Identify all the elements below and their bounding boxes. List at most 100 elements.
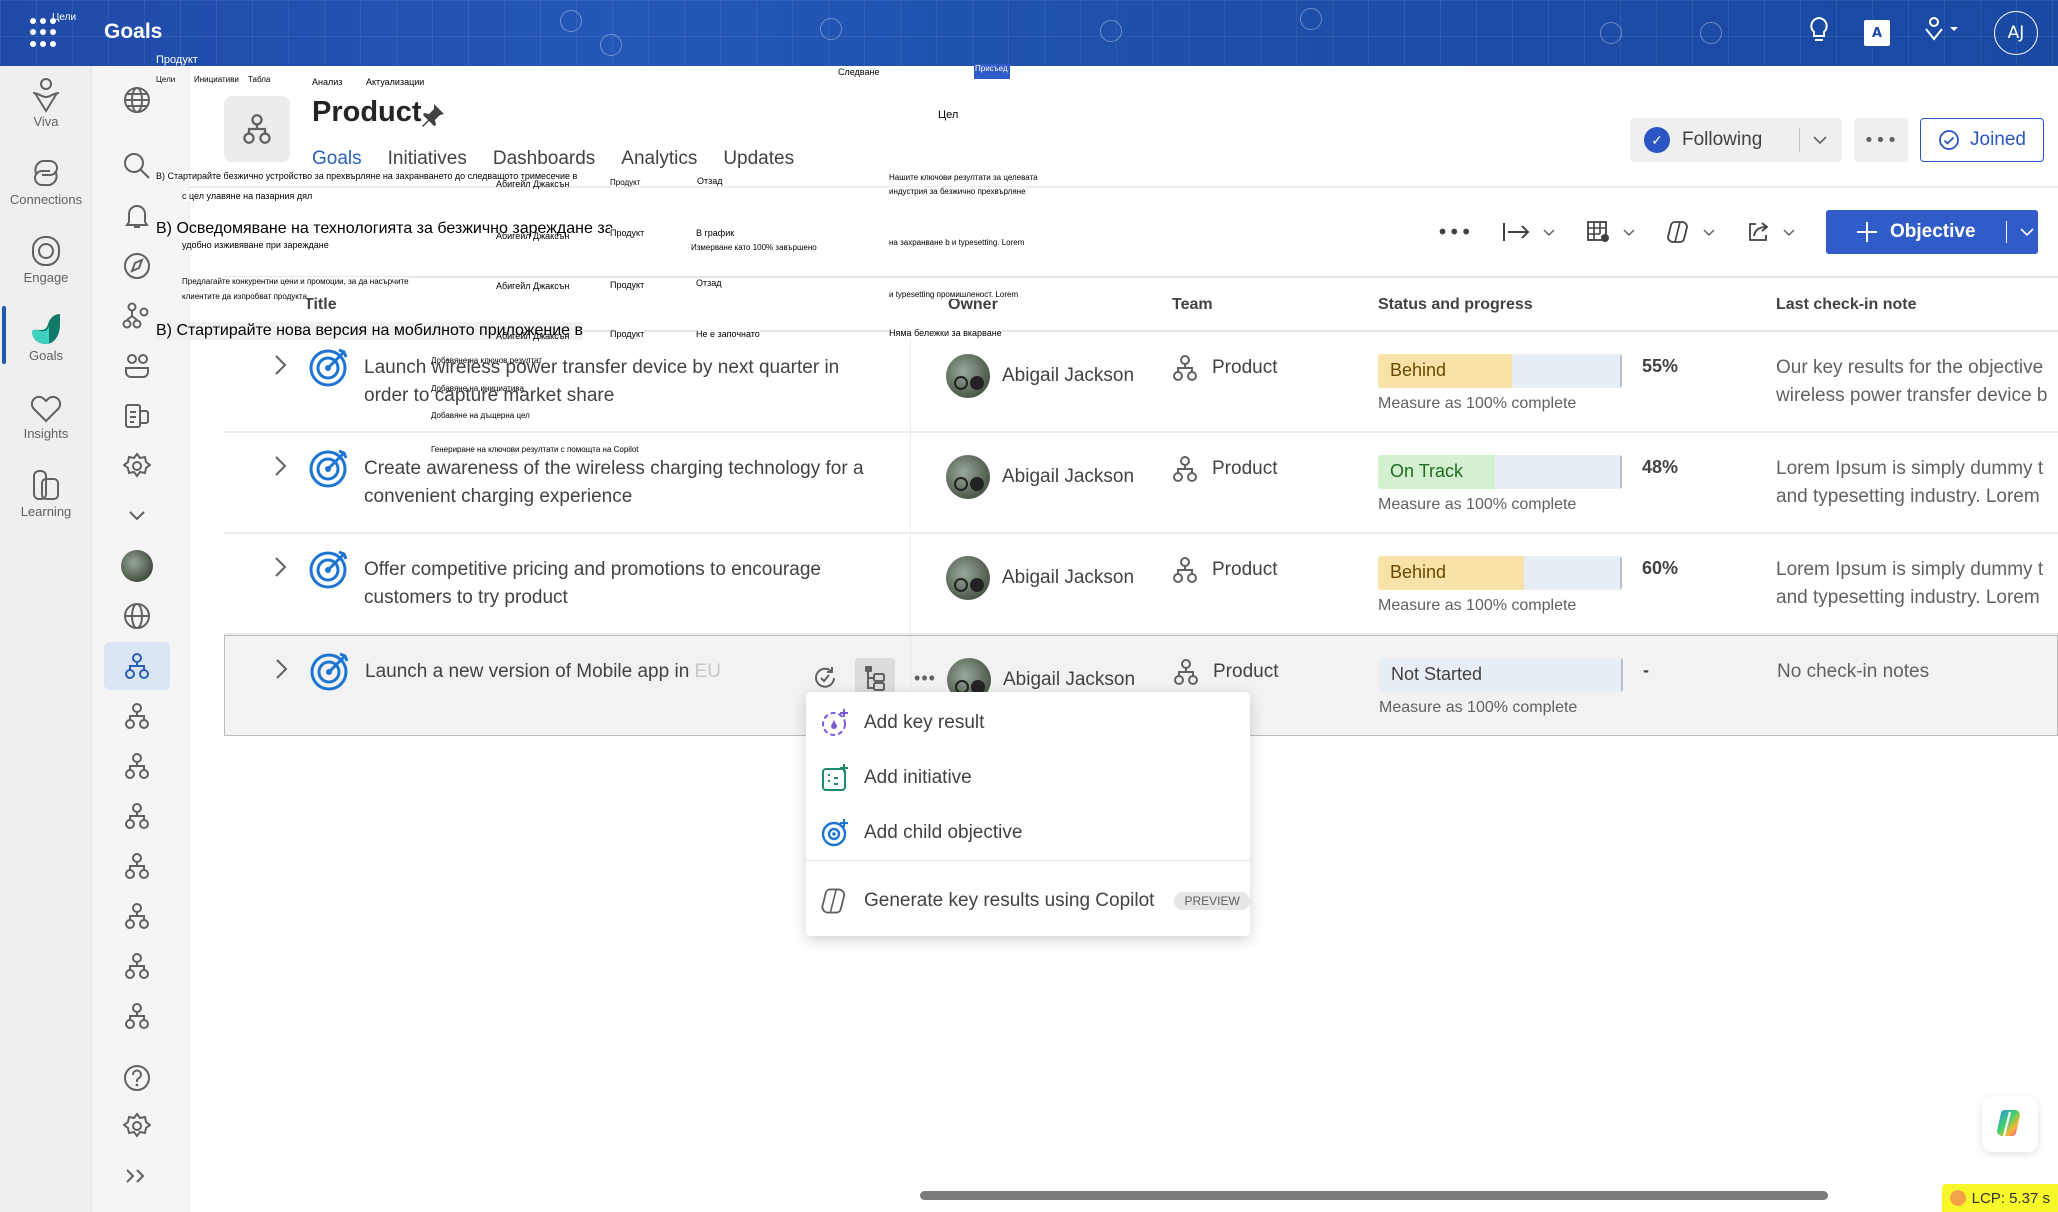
progress-percent: 60%: [1642, 558, 1679, 578]
team-icon[interactable]: [104, 742, 170, 790]
copilot-fab-button[interactable]: [1982, 1096, 2038, 1152]
overlay-row2-owner: Абигейл Джаксън: [496, 231, 570, 241]
measure-label: Measure as 100% complete: [1378, 496, 1577, 513]
status-progress[interactable]: Behind Measure as 100% complete: [1378, 556, 1622, 615]
goals-icon: [0, 310, 92, 348]
following-label: Following: [1682, 129, 1763, 150]
menu-item-add-initiative[interactable]: Add initiative: [820, 763, 972, 793]
tab-initiatives[interactable]: Initiatives: [388, 148, 467, 170]
help-icon[interactable]: [104, 1054, 170, 1102]
column-last-note[interactable]: Last check-in note: [1776, 296, 1916, 314]
status-progress[interactable]: Not Started Measure as 100% complete: [1379, 658, 1623, 717]
move-to-button[interactable]: [1502, 221, 1556, 243]
status-progress[interactable]: Behind Measure as 100% complete: [1378, 354, 1622, 413]
joined-button[interactable]: Joined: [1920, 118, 2044, 162]
team-item-product[interactable]: [104, 642, 170, 690]
rail-item-learning[interactable]: Learning: [0, 466, 92, 519]
objective-icon: [308, 548, 350, 595]
status-progress[interactable]: On Track Measure as 100% complete: [1378, 455, 1622, 514]
people-icon[interactable]: [104, 342, 170, 390]
rail-item-insights[interactable]: Insights: [0, 388, 92, 441]
viva-switcher-icon[interactable]: [1924, 17, 1960, 49]
overlay-row2-note: на захранване b и typesetting. Lorem: [889, 238, 1025, 248]
overlay-row1-team: Продукт: [610, 178, 641, 188]
goal-title[interactable]: Offer competitive pricing and promotions…: [364, 556, 884, 612]
menu-item-add-child-objective[interactable]: Add child objective: [820, 818, 1022, 848]
check-in-note[interactable]: Lorem Ipsum is simply dummy t and typese…: [1776, 556, 2043, 612]
preview-badge: PREVIEW: [1174, 892, 1250, 910]
tab-goals[interactable]: Goals: [312, 148, 362, 170]
globe-icon[interactable]: [104, 592, 170, 640]
user-avatar[interactable]: AJ: [1994, 11, 2038, 55]
chevron-down-icon: [1783, 228, 1795, 236]
expand-chevron-icon[interactable]: [275, 658, 289, 686]
rail-item-goals[interactable]: Goals: [0, 310, 92, 363]
rail-item-viva[interactable]: Viva: [0, 76, 92, 129]
overlay-menu-item: Добавяне на дъщерна цел: [431, 411, 530, 421]
settings-icon[interactable]: [104, 1102, 170, 1150]
team-icon[interactable]: [104, 992, 170, 1040]
objective-icon: [309, 650, 351, 697]
team-icon[interactable]: [104, 892, 170, 940]
table-row[interactable]: Offer competitive pricing and promotions…: [224, 534, 2058, 635]
rail-item-connections[interactable]: Connections: [0, 154, 92, 207]
expand-icon[interactable]: [104, 1152, 170, 1200]
team-icon[interactable]: [104, 842, 170, 890]
menu-item-generate-copilot[interactable]: Generate key results using Copilot PREVI…: [820, 886, 1250, 916]
column-team[interactable]: Team: [1172, 296, 1213, 314]
team: Product: [1173, 658, 1278, 686]
blueprint-decoration: [1600, 22, 1622, 44]
team-icon[interactable]: [104, 942, 170, 990]
check-in-note[interactable]: Our key results for the objective wirele…: [1776, 354, 2047, 410]
chevron-down-icon[interactable]: [2019, 227, 2035, 237]
tab-analytics[interactable]: Analytics: [621, 148, 697, 170]
add-objective-button[interactable]: Objective: [1826, 210, 2038, 254]
pin-icon[interactable]: [420, 102, 446, 132]
lightbulb-icon[interactable]: [1808, 16, 1830, 50]
tab-updates[interactable]: Updates: [723, 148, 794, 170]
reports-icon[interactable]: [104, 392, 170, 440]
expand-chevron-icon[interactable]: [274, 455, 288, 483]
rail-label: Goals: [29, 348, 63, 363]
check-in-note[interactable]: Lorem Ipsum is simply dummy t and typese…: [1776, 455, 2043, 511]
horizontal-scrollbar[interactable]: [920, 1191, 1828, 1200]
expand-chevron-icon[interactable]: [274, 354, 288, 382]
owner[interactable]: Abigail Jackson: [946, 354, 1134, 398]
menu-item-add-key-result[interactable]: Add key result: [820, 708, 984, 738]
share-button[interactable]: [1746, 220, 1796, 244]
column-status[interactable]: Status and progress: [1378, 296, 1533, 314]
table-settings-button[interactable]: [1586, 220, 1636, 244]
engage-icon: [0, 232, 92, 270]
expand-chevron-icon[interactable]: [274, 556, 288, 584]
check-in-note[interactable]: No check-in notes: [1777, 658, 1929, 686]
toolbar-more-button[interactable]: •••: [1437, 220, 1472, 244]
chevron-down-icon[interactable]: [104, 492, 170, 540]
goal-title[interactable]: Launch a new version of Mobile app in EU…: [365, 658, 725, 686]
settings-icon[interactable]: [104, 442, 170, 490]
team-icon[interactable]: [104, 792, 170, 840]
progress-percent: -: [1643, 660, 1649, 680]
compass-icon[interactable]: [104, 242, 170, 290]
rail-label: Viva: [33, 114, 59, 129]
copilot-logo-icon: [1997, 1109, 2020, 1137]
lcp-indicator: LCP: 5.37 s: [1941, 1184, 2058, 1212]
goal-title[interactable]: Create awareness of the wireless chargin…: [364, 455, 884, 511]
column-title[interactable]: Title: [304, 296, 337, 314]
following-button[interactable]: ✓ Following: [1630, 118, 1842, 162]
search-icon[interactable]: [104, 142, 170, 190]
overlay-row1-owner: Абигейл Джаксън: [496, 179, 570, 189]
overlay-row4-note: Няма бележки за вкарване: [889, 328, 1002, 339]
more-options-button[interactable]: •••: [1854, 118, 1908, 162]
chevron-down-icon[interactable]: [1812, 129, 1828, 151]
team-icon[interactable]: [104, 692, 170, 740]
user-avatar[interactable]: [104, 542, 170, 590]
overlay-row3-owner: Абигейл Джаксън: [496, 281, 570, 292]
owner[interactable]: Abigail Jackson: [946, 455, 1134, 499]
office-admin-icon[interactable]: A: [1864, 20, 1890, 46]
rail-item-engage[interactable]: Engage: [0, 232, 92, 285]
progress-percent: 48%: [1642, 457, 1679, 477]
progress-bar: Behind: [1378, 556, 1622, 590]
tab-dashboards[interactable]: Dashboards: [493, 148, 595, 170]
owner[interactable]: Abigail Jackson: [946, 556, 1134, 600]
copilot-toolbar-button[interactable]: [1666, 219, 1716, 245]
